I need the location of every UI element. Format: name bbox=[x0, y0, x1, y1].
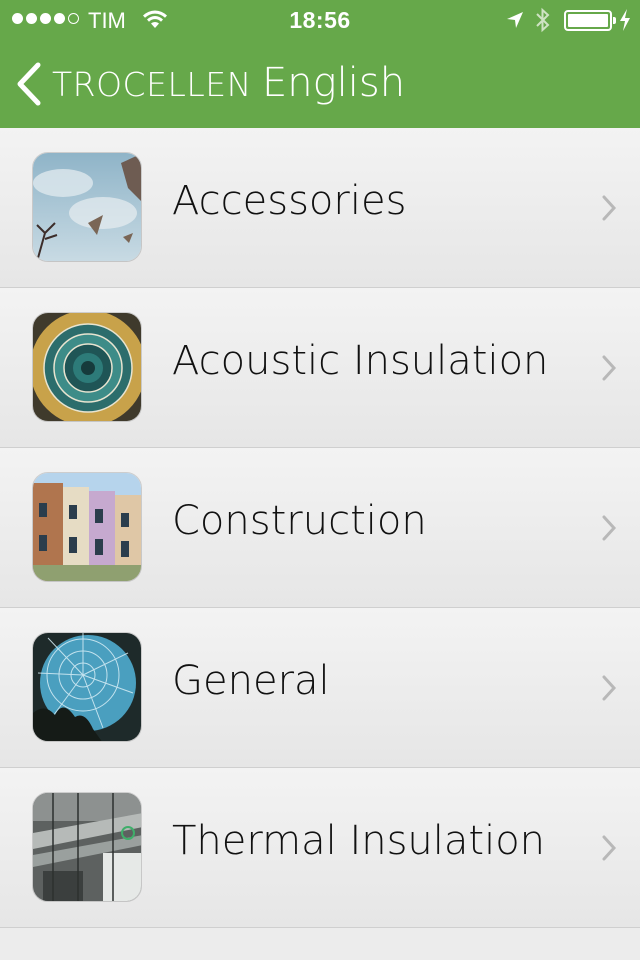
glass-dome-thumbnail bbox=[32, 632, 142, 742]
list-item-general[interactable]: General bbox=[0, 608, 640, 768]
category-list: Accessories Acoustic Insulation Construc… bbox=[0, 128, 640, 928]
charging-bolt-icon bbox=[620, 9, 630, 31]
top-bar: TIM 18:56 TROCELLEN English bbox=[0, 0, 640, 128]
list-item-label: Accessories bbox=[172, 178, 407, 224]
spiral-staircase-thumbnail bbox=[32, 312, 142, 422]
list-item-label: Acoustic Insulation bbox=[172, 338, 549, 384]
chevron-right-icon bbox=[602, 515, 617, 541]
page-title: English bbox=[262, 60, 406, 106]
status-bar: TIM 18:56 bbox=[0, 0, 640, 40]
location-arrow-icon bbox=[507, 12, 523, 28]
back-button[interactable]: TROCELLEN bbox=[14, 58, 252, 110]
chevron-right-icon bbox=[602, 195, 617, 221]
chevron-right-icon bbox=[602, 355, 617, 381]
chevron-right-icon bbox=[602, 835, 617, 861]
list-item-label: General bbox=[172, 658, 330, 704]
list-item-label: Construction bbox=[172, 498, 427, 544]
chevron-left-icon bbox=[17, 62, 41, 106]
navigation-bar: TROCELLEN English bbox=[0, 40, 640, 128]
back-button-label: TROCELLEN bbox=[52, 64, 252, 104]
list-item-construction[interactable]: Construction bbox=[0, 448, 640, 608]
chevron-right-icon bbox=[602, 675, 617, 701]
bluetooth-icon bbox=[536, 7, 550, 33]
townhouses-thumbnail bbox=[32, 472, 142, 582]
list-item-accessories[interactable]: Accessories bbox=[0, 128, 640, 288]
list-item-thermal-insulation[interactable]: Thermal Insulation bbox=[0, 768, 640, 928]
sky-kites-thumbnail bbox=[32, 152, 142, 262]
ducts-ceiling-thumbnail bbox=[32, 792, 142, 902]
battery-icon bbox=[564, 10, 616, 31]
list-item-acoustic-insulation[interactable]: Acoustic Insulation bbox=[0, 288, 640, 448]
list-item-label: Thermal Insulation bbox=[172, 818, 546, 864]
